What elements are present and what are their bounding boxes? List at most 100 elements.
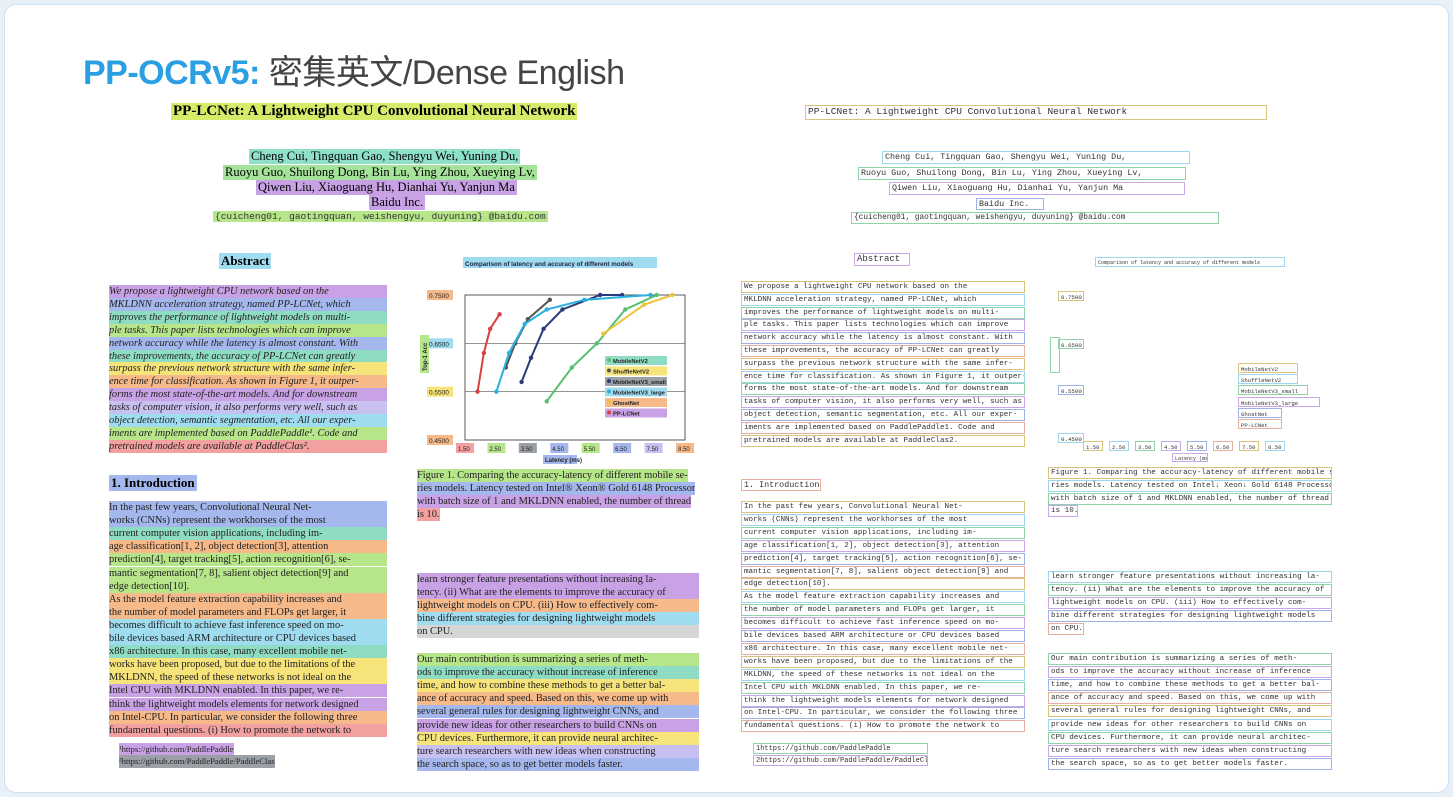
- data-point: [522, 321, 527, 327]
- legend-marker: [607, 379, 611, 383]
- ocr-legend-entry: GhostNet: [1238, 407, 1282, 418]
- data-point: [475, 389, 480, 394]
- ocr-chart-title: Comparison of latency and accuracy of di…: [1095, 257, 1285, 267]
- x-tick-label: 6.50: [615, 447, 627, 453]
- ocr-intro-line: on Intel-CPU. In particular, we consider…: [741, 707, 1025, 720]
- data-point: [670, 292, 675, 298]
- ocr-intro-line: becomes difficult to achieve fast infere…: [741, 617, 1025, 630]
- ocr-intro-line: As the model feature extraction capabili…: [741, 591, 1025, 604]
- author-line: Cheng Cui, Tingquan Gao, Shengyu Wei, Yu…: [249, 149, 521, 164]
- ocr-legend-entry: MobileNetV2: [1238, 363, 1298, 373]
- data-point: [544, 307, 549, 312]
- ocr-right-para-line: bine different strategies for designing …: [1048, 610, 1332, 623]
- intro-line: age classification[1, 2], object detecti…: [109, 540, 387, 554]
- abstract-line: surpass the previous network structure w…: [109, 362, 387, 376]
- ocr-legend-entry: PP-LCNet: [1238, 419, 1282, 429]
- legend-entry: MobileNetV2: [613, 359, 648, 365]
- ocr-intro-line: age classification[1, 2], object detecti…: [741, 539, 1025, 552]
- intro-line: Intel CPU with MKLDNN enabled. In this p…: [109, 684, 387, 698]
- legend-entry: MobileNetV3_small: [613, 380, 666, 386]
- ocr-right-para-line: time, and how to combine these methods t…: [1048, 679, 1332, 692]
- ocr-intro-line: the number of model parameters and FLOPs…: [741, 604, 1025, 617]
- series-line-pp-lcnet: [476, 313, 501, 392]
- ocr-latency-label: Latency (ms): [1172, 453, 1208, 462]
- brand-label: PP-OCRv5:: [83, 54, 260, 92]
- intro-line: As the model feature extraction capabili…: [109, 592, 387, 606]
- abstract-line: forms the most state-of-the-art models. …: [109, 388, 387, 402]
- ocr-footnote: 2https://github.com/PaddlePaddle/PaddleC…: [753, 754, 928, 766]
- data-point: [641, 302, 647, 307]
- legend-marker: [607, 410, 611, 415]
- legend-marker: [607, 358, 611, 362]
- ocr-figure-caption-line: with batch size of 1 and MKLDNN enabled,…: [1048, 493, 1332, 505]
- right-para-line: on CPU.: [417, 625, 699, 639]
- series-line-ghostnet: [602, 294, 673, 335]
- ocr-abstract-line: these improvements, the accuracy of PP-L…: [741, 345, 1025, 357]
- right-para-line: lightweight models on CPU. (iii) How to …: [417, 599, 699, 613]
- data-point: [506, 350, 512, 356]
- ocr-intro-line: bile devices based ARM architecture or C…: [741, 630, 1025, 642]
- intro-line: becomes difficult to achieve fast infere…: [109, 618, 387, 632]
- right-para-line: provide new ideas for other researchers …: [417, 718, 699, 732]
- ocr-title: PP-LCNet: A Lightweight CPU Convolutiona…: [805, 105, 1267, 120]
- ocr-y-tick: 0.6500: [1058, 339, 1084, 349]
- ocr-abstract-line: ence time for classification. As shown i…: [741, 370, 1025, 383]
- ocr-abstract-line: MKLDNN acceleration strategy, named PP-L…: [741, 293, 1025, 306]
- ocr-right-para-line: ance of accuracy and speed. Based on thi…: [1048, 692, 1332, 705]
- data-point: [528, 355, 534, 361]
- ocr-x-tick: 7.50: [1239, 441, 1259, 451]
- ocr-email: {cuicheng01, gaotingquan, weishengyu, du…: [851, 212, 1219, 224]
- data-point: [623, 307, 628, 312]
- ocr-intro-line: works (CNNs) represent the workhorses of…: [741, 513, 1025, 526]
- ocr-intro-line: prediction[4], target tracking[5], actio…: [741, 552, 1025, 565]
- right-para-line: bine different strategies for designing …: [417, 612, 699, 626]
- data-point: [497, 312, 502, 317]
- right-para-line: time, and how to combine these methods t…: [417, 679, 699, 693]
- y-axis-label: Top-1 Acc: [423, 342, 429, 371]
- accuracy-latency-chart: Comparison of latency and accuracy of di…: [420, 257, 694, 464]
- legend-marker: [607, 368, 611, 373]
- chart-title: Comparison of latency and accuracy of di…: [465, 261, 634, 268]
- right-para-line: learn stronger feature presentations wit…: [417, 573, 699, 586]
- ocr-intro-line: works have been proposed, but due to the…: [741, 655, 1025, 668]
- data-point: [519, 379, 524, 385]
- ocr-abstract-line: object detection, semantic segmentation,…: [741, 409, 1025, 421]
- ocr-x-tick: 3.50: [1135, 441, 1155, 451]
- data-point: [494, 389, 499, 394]
- intro-line: works (CNNs) represent the workhorses of…: [109, 514, 387, 528]
- intro-line: edge detection[10].: [109, 579, 387, 593]
- y-tick-label: 0.4500: [429, 438, 449, 445]
- legend-entry: ShuffleNetV2: [613, 370, 649, 376]
- header-subtitle: 密集英文/Dense English: [268, 54, 625, 92]
- data-point: [560, 307, 565, 312]
- data-point: [654, 292, 659, 298]
- ocr-right-para-line: ods to improve the accuracy without incr…: [1048, 666, 1332, 679]
- ocr-legend-entry: MobileNetV3_large: [1238, 396, 1320, 407]
- x-tick-label: 7.50: [647, 447, 659, 453]
- abstract-line: ence time for classification. As shown i…: [109, 375, 387, 389]
- author-line: Qiwen Liu, Xiaoguang Hu, Dianhai Yu, Yan…: [256, 180, 517, 195]
- ocr-abstract-line: improves the performance of lightweight …: [741, 306, 1025, 319]
- ocr-abstract-line: ple tasks. This paper lists technologies…: [741, 319, 1025, 332]
- ocr-abstract-heading: Abstract: [854, 253, 910, 266]
- intro-line: bile devices based ARM architecture or C…: [109, 632, 387, 645]
- y-tick-label: 0.5500: [429, 390, 449, 397]
- intro-line: works have been proposed, but due to the…: [109, 658, 387, 672]
- abstract-line: these improvements, the accuracy of PP-L…: [109, 349, 387, 363]
- intro-line: In the past few years, Convolutional Neu…: [109, 501, 387, 514]
- legend-entry: GhostNet: [613, 401, 639, 407]
- figure-caption-line: ries models. Latency tested on Intel® Xe…: [417, 482, 696, 495]
- right-para-line: ods to improve the accuracy without incr…: [417, 666, 699, 680]
- intro-line: on Intel-CPU. In particular, we consider…: [109, 710, 387, 724]
- x-tick-label: 4.50: [552, 447, 564, 453]
- series-line-shufflenetv2: [504, 299, 551, 368]
- abstract-heading: Abstract: [219, 253, 272, 269]
- x-tick-label: 5.50: [584, 447, 596, 453]
- intro-heading: 1. Introduction: [109, 475, 197, 491]
- figure-caption-line: with batch size of 1 and MKLDNN enabled,…: [417, 495, 692, 508]
- paper-title: PP-LCNet: A Lightweight CPU Convolutiona…: [171, 103, 578, 120]
- x-tick-label: 3.50: [521, 447, 533, 453]
- legend-entry: MobileNetV3_large: [613, 391, 666, 397]
- right-para-line: tency. (ii) What are the elements to imp…: [417, 586, 699, 600]
- ocr-intro-line: current computer vision applications, in…: [741, 526, 1025, 539]
